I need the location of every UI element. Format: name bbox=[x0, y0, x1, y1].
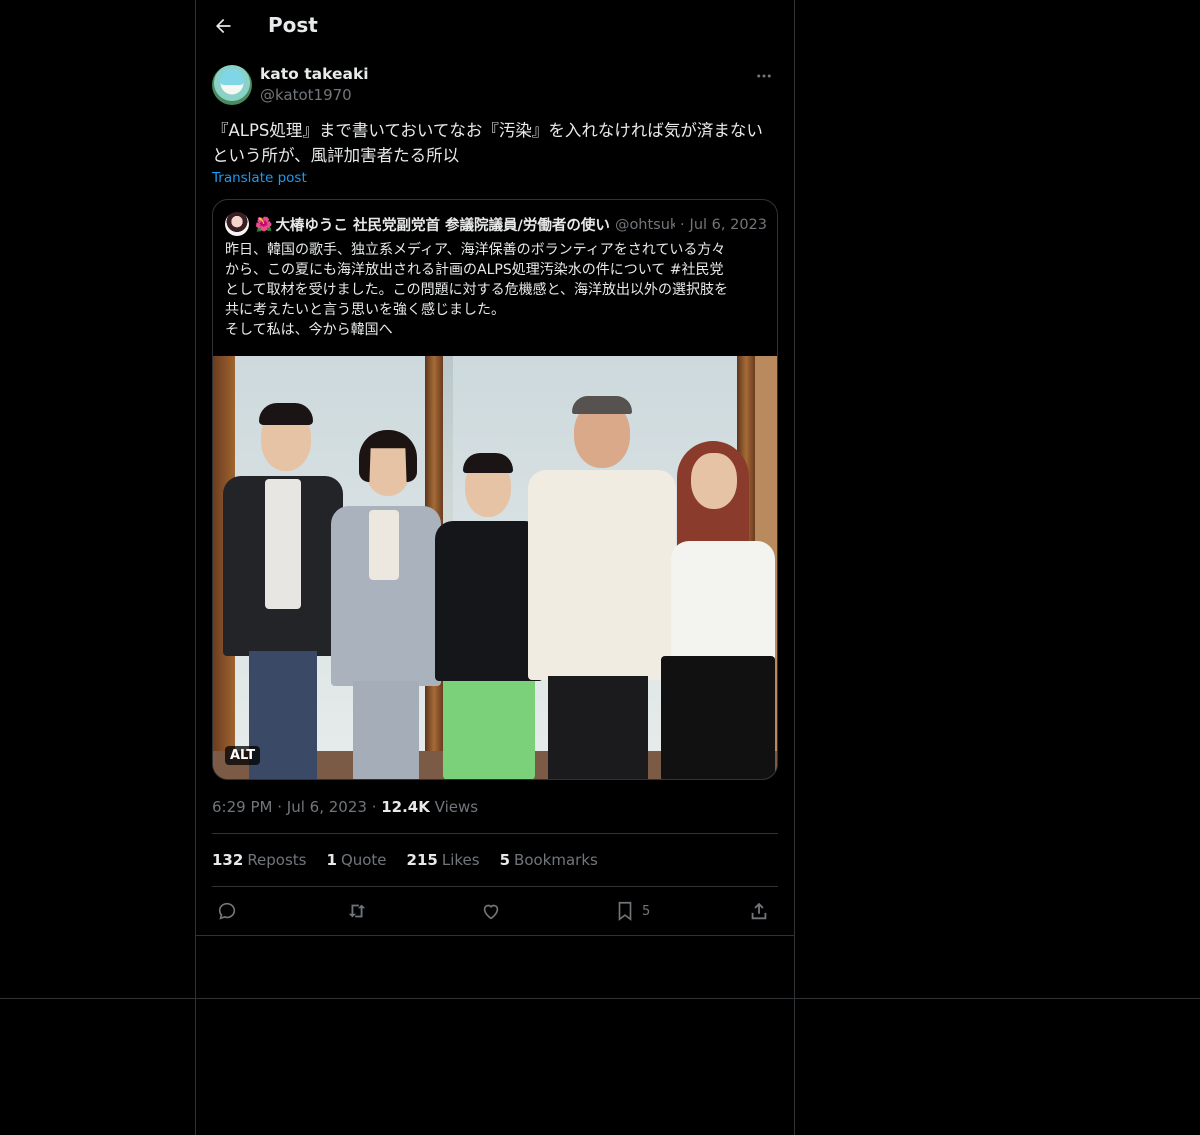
bookmark-icon bbox=[618, 901, 632, 921]
reposts-count: 132 bbox=[212, 851, 244, 869]
bookmarks-count: 5 bbox=[499, 851, 511, 869]
quotes-label: Quote bbox=[340, 851, 387, 869]
post-meta: 6:29 PM · Jul 6, 2023 · 12.4K Views bbox=[212, 798, 478, 816]
author-handle[interactable]: @katot1970 bbox=[260, 86, 352, 104]
post-text: 『ALPS処理』まで書いておいてなお『汚染』を入れなければ気が済まない という所… bbox=[212, 121, 763, 165]
quote-photo[interactable]: ALT bbox=[213, 356, 777, 779]
page: Post kato takeaki @katot1970 『ALPS処理』まで書… bbox=[0, 0, 1200, 1135]
translate-link[interactable]: Translate post bbox=[212, 170, 307, 186]
quote-header: 🌺 大椿ゆうこ 社民党副党首 参議院議員/労働者の使い @ohtsuk · Ju… bbox=[255, 214, 767, 235]
flower-emoji: 🌺 bbox=[255, 216, 273, 233]
divider bbox=[212, 833, 778, 834]
column-lower bbox=[195, 935, 795, 1135]
bookmarks-label: Bookmarks bbox=[514, 851, 598, 869]
quoted-post[interactable]: 🌺 大椿ゆうこ 社民党副党首 参議院議員/労働者の使い @ohtsuk · Ju… bbox=[212, 199, 778, 780]
likes-label: Likes bbox=[441, 851, 480, 869]
more-icon bbox=[757, 74, 771, 78]
repost-button[interactable] bbox=[346, 898, 368, 924]
back-arrow-icon bbox=[216, 18, 231, 34]
author-name[interactable]: kato takeaki bbox=[260, 65, 369, 83]
bookmark-button[interactable]: 5 bbox=[614, 898, 650, 924]
likes-count: 215 bbox=[406, 851, 438, 869]
reposts-label: Reposts bbox=[247, 851, 307, 869]
likes-stat[interactable]: 215 Likes bbox=[407, 851, 480, 869]
avatar[interactable] bbox=[212, 65, 252, 105]
reposts-stat[interactable]: 132 Reposts bbox=[212, 851, 307, 869]
more-button[interactable] bbox=[750, 66, 778, 86]
divider bbox=[212, 886, 778, 887]
alt-badge[interactable]: ALT bbox=[225, 746, 261, 765]
quotes-count: 1 bbox=[326, 851, 337, 869]
share-button[interactable] bbox=[748, 898, 770, 924]
dot-separator: · bbox=[371, 798, 382, 816]
reply-button[interactable] bbox=[216, 898, 238, 924]
quote-date: Jul 6, 2023 bbox=[689, 216, 767, 233]
bookmarks-stat[interactable]: 5 Bookmarks bbox=[500, 851, 598, 869]
author-row: kato takeaki @katot1970 bbox=[212, 64, 778, 108]
post-stats: 132 Reposts 1 Quote 215 Likes 5 Bookmarks bbox=[212, 851, 598, 869]
like-button[interactable] bbox=[480, 898, 502, 924]
header: Post bbox=[196, 0, 794, 53]
dot-separator: · bbox=[679, 216, 685, 233]
reply-icon bbox=[218, 902, 236, 920]
repost-icon bbox=[348, 904, 366, 918]
post-time[interactable]: 6:29 PM bbox=[212, 798, 272, 816]
quote-text: 昨日、韓国の歌手、独立系メディア、海洋保善のボランティアをされている方々 から、… bbox=[225, 242, 729, 338]
post-column: Post kato takeaki @katot1970 『ALPS処理』まで書… bbox=[195, 0, 795, 936]
quotes-stat[interactable]: 1 Quote bbox=[327, 851, 387, 869]
quote-avatar bbox=[225, 212, 249, 236]
action-bar: 5 bbox=[212, 896, 778, 926]
like-icon bbox=[483, 904, 499, 920]
views-count: 12.4K bbox=[381, 798, 430, 816]
page-title: Post bbox=[268, 13, 318, 37]
back-button[interactable] bbox=[210, 13, 236, 39]
post-date[interactable]: Jul 6, 2023 bbox=[287, 798, 367, 816]
views-label: Views bbox=[434, 798, 479, 816]
share-icon bbox=[751, 902, 767, 920]
dot-separator: · bbox=[277, 798, 287, 816]
bookmark-count: 5 bbox=[642, 903, 651, 919]
quote-author-handle: @ohtsuk bbox=[614, 216, 675, 233]
quote-author-name: 大椿ゆうこ 社民党副党首 参議院議員/労働者の使い bbox=[275, 218, 609, 234]
